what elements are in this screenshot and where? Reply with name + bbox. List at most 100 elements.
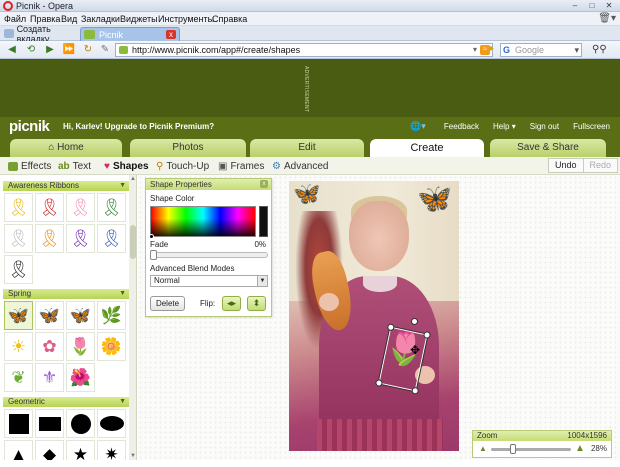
close-panel-icon[interactable]: x [260, 180, 268, 188]
fast-forward-icon[interactable]: ⏩ [62, 44, 76, 56]
ribbon-purple-icon[interactable]: 🎗 [66, 224, 95, 253]
delete-button[interactable]: Delete [150, 296, 185, 311]
zoom-slider-knob[interactable] [510, 444, 517, 454]
ribbon-blue-icon[interactable]: 🎗 [97, 224, 126, 253]
shape-properties-header[interactable]: Shape Properties x [146, 179, 271, 190]
edit-icon[interactable]: ✎ [98, 44, 112, 56]
current-color-swatch[interactable] [259, 206, 268, 237]
category-geometric[interactable]: Geometric ▼ [3, 397, 129, 407]
butterfly-sticker-icon[interactable]: 🦋 [293, 183, 320, 205]
ribbon-orange-icon[interactable]: 🎗 [35, 224, 64, 253]
tab-save-share[interactable]: Save & Share [490, 139, 606, 157]
blend-mode-select[interactable]: Normal ▼ [150, 275, 268, 287]
ribbon-red-icon[interactable]: 🎗 [35, 193, 64, 222]
tab-edit[interactable]: Edit [250, 139, 364, 157]
iris-icon[interactable]: ⚜ [35, 363, 64, 392]
tulip-icon[interactable]: 🌷 [66, 332, 95, 361]
user-greeting[interactable]: Hi, Karlev! Upgrade to Picnik Premium? [63, 122, 214, 131]
flowers-icon[interactable]: ✿ [35, 332, 64, 361]
browser-tab-picnik[interactable]: Picnik x [80, 27, 180, 41]
search-input[interactable]: G Google ▾ [500, 43, 582, 57]
menu-widgets[interactable]: Виджеты [120, 12, 158, 26]
minimize-icon[interactable]: – [568, 1, 582, 11]
reload-icon[interactable]: ↻ [81, 44, 95, 56]
fade-slider[interactable] [150, 250, 268, 260]
ribbon-white-icon[interactable]: 🎗 [4, 224, 33, 253]
scroll-down-icon[interactable]: ▼ [130, 453, 136, 459]
scrollbar-thumb[interactable] [130, 225, 136, 259]
butterfly-blue-icon[interactable]: 🦋 [66, 301, 95, 330]
close-tab-icon[interactable]: x [166, 30, 176, 39]
search-go-icon[interactable]: ▾ [574, 44, 579, 56]
menu-bookmarks[interactable]: Закладки [81, 12, 120, 26]
redo-button[interactable]: Redo [583, 158, 619, 173]
butterfly-orange-icon[interactable]: 🦋 [35, 301, 64, 330]
menu-help[interactable]: Справка [212, 12, 247, 26]
ribbon-pink-icon[interactable]: 🎗 [66, 193, 95, 222]
lily-of-valley-icon[interactable]: ❦ [4, 363, 33, 392]
picnik-logo[interactable]: picnik [9, 118, 50, 135]
shapes-scrollbar[interactable]: ▲ ▼ [129, 175, 136, 460]
tab-home[interactable]: ⌂ Home [10, 139, 122, 157]
ribbon-yellow-icon[interactable]: 🎗 [4, 193, 33, 222]
trash-icon[interactable]: 🗑▾ [598, 13, 616, 25]
tab-photos[interactable]: Photos [130, 139, 246, 157]
sun-icon[interactable]: ☀ [4, 332, 33, 361]
scroll-up-icon[interactable]: ▲ [130, 176, 136, 182]
fade-slider-knob[interactable] [150, 250, 157, 260]
menu-tools[interactable]: Инструменты [158, 12, 214, 26]
subtool-touchup[interactable]: ⚲ Touch-Up [156, 159, 209, 173]
butterfly-purple-icon[interactable]: 🦋 [4, 301, 33, 330]
address-field[interactable]: http://www.picnik.com/app#/create/shapes… [115, 43, 493, 57]
close-window-icon[interactable]: ✕ [602, 1, 616, 11]
touchup-icon: ⚲ [156, 160, 164, 172]
subtool-frames[interactable]: ▣ Frames [218, 159, 264, 173]
circle-shape-icon[interactable] [66, 409, 95, 438]
sign-out-link[interactable]: Sign out [530, 122, 559, 131]
fullscreen-link[interactable]: Fullscreen [573, 122, 610, 131]
globe-icon[interactable]: 🌐▾ [410, 121, 426, 132]
diamond-shape-icon[interactable]: ◆ [35, 440, 64, 460]
flower-pot-icon[interactable]: 🌺 [66, 363, 95, 392]
zoom-slider[interactable] [491, 448, 571, 451]
category-spring[interactable]: Spring ▼ [3, 289, 129, 299]
wand-icon[interactable]: ✦ [484, 44, 498, 56]
triangle-shape-icon[interactable]: ▲ [4, 440, 33, 460]
color-spectrum[interactable] [149, 206, 256, 239]
color-picker-handle[interactable] [149, 234, 154, 239]
tab-create[interactable]: Create [370, 139, 484, 157]
undo-button[interactable]: Undo [548, 158, 584, 173]
resize-handle[interactable] [386, 323, 395, 332]
rectangle-shape-icon[interactable] [35, 409, 64, 438]
burst-shape-icon[interactable]: ✷ [97, 440, 126, 460]
help-link[interactable]: Help ▾ [493, 122, 516, 131]
ribbon-black-icon[interactable]: 🎗 [4, 255, 33, 284]
zoom-out-icon[interactable]: ▲ [479, 444, 487, 453]
rotate-handle[interactable] [411, 318, 418, 325]
binoculars-icon[interactable]: ⚲⚲ [592, 44, 607, 56]
back-history-icon[interactable]: ⟲ [24, 44, 38, 56]
butterfly-sticker-icon[interactable]: 🦋 [417, 185, 452, 213]
chevron-down-icon[interactable]: ▾ [473, 44, 477, 56]
photo-canvas[interactable]: 🦋 🦋 [289, 181, 459, 451]
ellipse-shape-icon[interactable] [97, 409, 126, 438]
ribbon-green-icon[interactable]: 🎗 [97, 193, 126, 222]
feedback-link[interactable]: Feedback [444, 122, 479, 131]
zoom-in-icon[interactable]: ▲ [575, 443, 585, 454]
flip-horizontal-button[interactable]: ◂▸ [222, 296, 241, 311]
square-shape-icon[interactable] [4, 409, 33, 438]
forward-icon[interactable]: ▶ [43, 44, 57, 56]
back-icon[interactable]: ◀ [5, 44, 19, 56]
zoom-header[interactable]: Zoom 1004x1596 [473, 431, 611, 441]
daisy-icon[interactable]: 🌼 [97, 332, 126, 361]
subtool-advanced[interactable]: ⚙ Advanced [272, 159, 328, 173]
star-shape-icon[interactable]: ★ [66, 440, 95, 460]
flip-vertical-button[interactable]: ⬍ [247, 296, 266, 311]
new-tab-button[interactable]: Создать вкладку [4, 24, 77, 44]
maximize-icon[interactable]: □ [585, 1, 599, 11]
category-awareness-ribbons[interactable]: Awareness Ribbons ▼ [3, 181, 129, 191]
subtool-effects[interactable]: Effects [8, 159, 51, 173]
grass-icon[interactable]: 🌿 [97, 301, 126, 330]
subtool-text[interactable]: ab Text [58, 159, 91, 173]
subtool-shapes[interactable]: ♥ Shapes [104, 159, 149, 173]
